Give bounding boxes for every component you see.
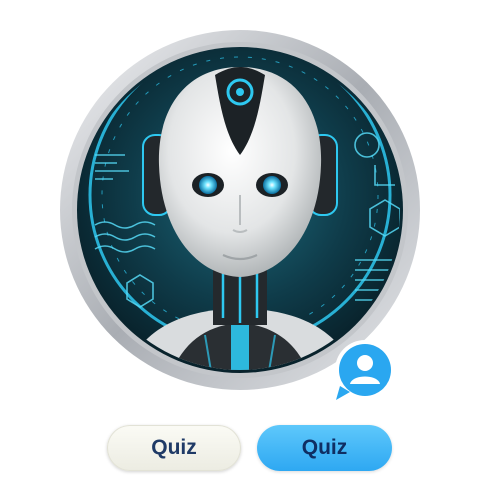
- user-chat-icon: [335, 340, 395, 400]
- quiz-button-light-label: Quiz: [151, 436, 197, 459]
- quiz-button-primary-label: Quiz: [301, 436, 348, 459]
- quiz-button-light[interactable]: Quiz: [107, 425, 241, 471]
- quiz-button-primary[interactable]: Quiz: [257, 425, 392, 471]
- user-chat-badge[interactable]: [330, 338, 400, 408]
